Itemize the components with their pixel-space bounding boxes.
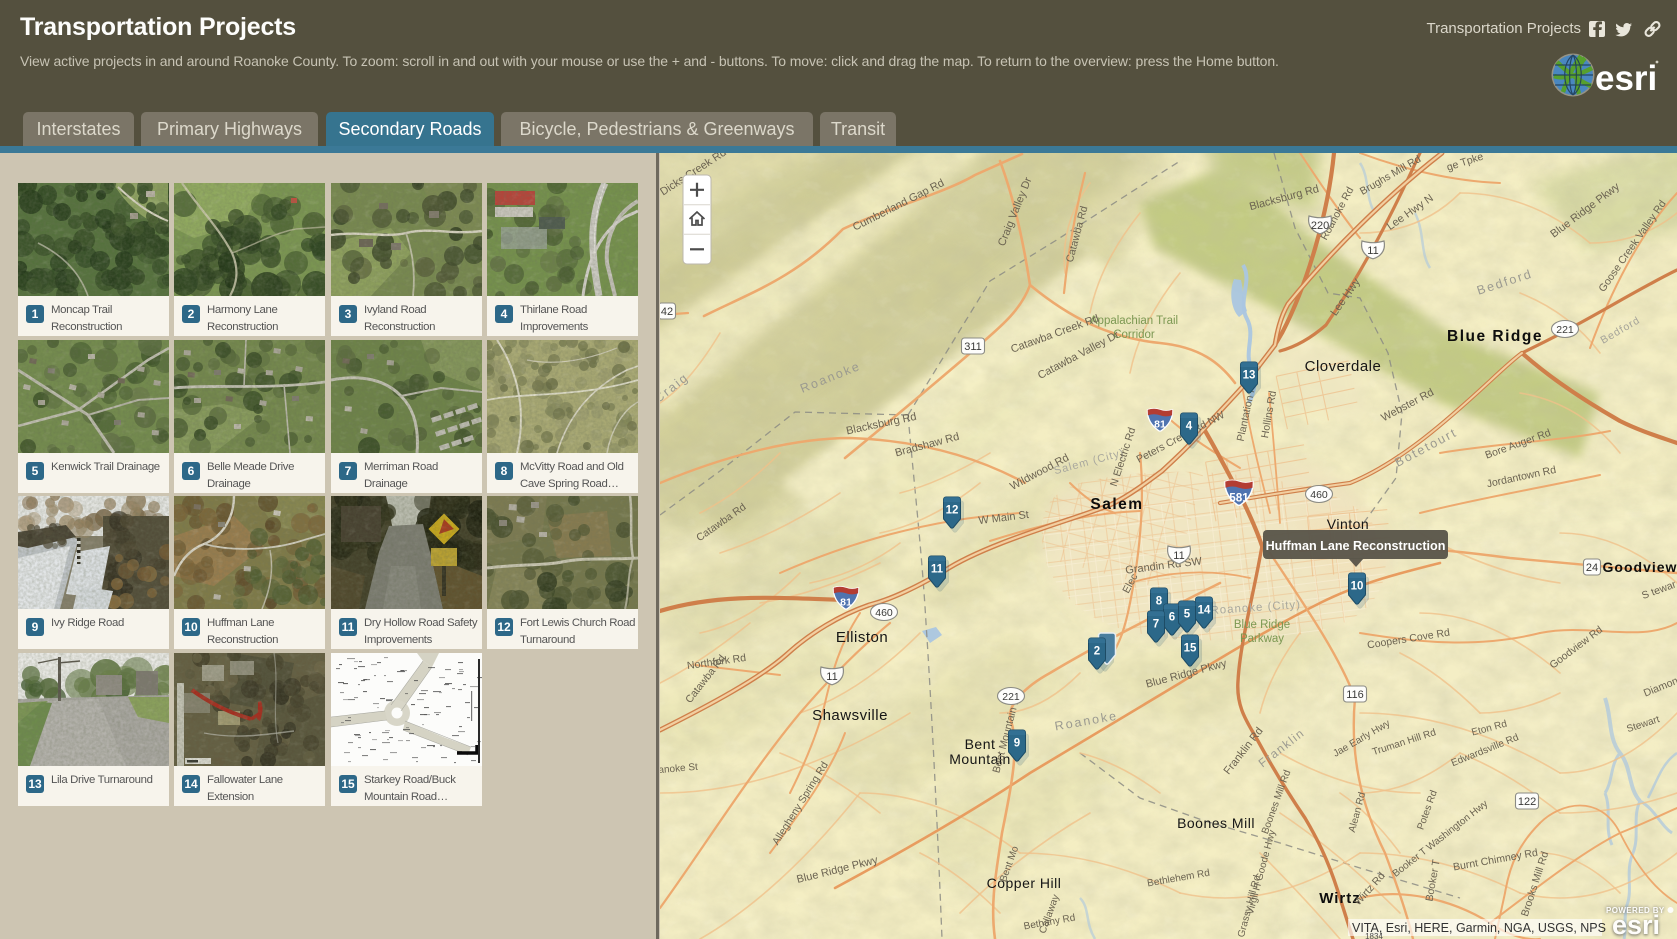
svg-text:81: 81 (840, 597, 852, 609)
svg-text:13: 13 (1243, 369, 1256, 381)
svg-text:Parkway: Parkway (1240, 633, 1284, 645)
svg-text:14: 14 (1198, 604, 1211, 616)
svg-text:5: 5 (1184, 608, 1191, 620)
svg-text:11: 11 (931, 563, 944, 575)
svg-text:Appalachian Trail: Appalachian Trail (1090, 315, 1178, 327)
svg-text:Shawsville: Shawsville (812, 707, 888, 724)
svg-text:1834: 1834 (1365, 932, 1383, 939)
svg-text:11: 11 (826, 671, 837, 683)
svg-text:Bent: Bent (965, 736, 996, 752)
svg-text:15: 15 (1184, 642, 1197, 654)
svg-text:VITA, Esri, HERE, Garmin, NGA,: VITA, Esri, HERE, Garmin, NGA, USGS, NPS (1352, 921, 1606, 935)
svg-text:81: 81 (1154, 419, 1166, 431)
svg-text:11: 11 (1367, 245, 1378, 257)
svg-text:Copper Hill: Copper Hill (987, 875, 1062, 891)
svg-text:311: 311 (964, 341, 982, 353)
svg-text:Salem: Salem (1090, 496, 1143, 513)
svg-text:esri: esri (1612, 910, 1660, 939)
svg-text:221: 221 (1556, 324, 1574, 336)
svg-text:581: 581 (1229, 491, 1249, 504)
svg-text:460: 460 (875, 607, 893, 619)
svg-text:Huffman Lane Reconstruction: Huffman Lane Reconstruction (1266, 539, 1446, 553)
svg-text:220: 220 (1311, 220, 1329, 232)
svg-text:7: 7 (1153, 618, 1159, 630)
svg-text:12: 12 (946, 504, 959, 516)
svg-text:Goodview: Goodview (1603, 559, 1677, 575)
svg-text:Vinton: Vinton (1327, 516, 1369, 532)
svg-text:460: 460 (1310, 489, 1328, 501)
svg-text:42: 42 (661, 306, 673, 318)
svg-text:116: 116 (1346, 689, 1364, 701)
svg-text:4: 4 (1186, 420, 1193, 432)
svg-text:9: 9 (1014, 737, 1020, 749)
svg-text:2: 2 (1094, 645, 1100, 657)
svg-text:11: 11 (1173, 550, 1184, 562)
svg-text:10: 10 (1351, 580, 1364, 592)
svg-text:6: 6 (1169, 611, 1175, 623)
svg-text:122: 122 (1518, 796, 1536, 808)
svg-text:24: 24 (1586, 562, 1598, 574)
svg-text:Cloverdale: Cloverdale (1305, 358, 1382, 375)
svg-text:221: 221 (1002, 691, 1020, 703)
svg-text:esri: esri (1595, 59, 1657, 98)
svg-text:Boones Mill: Boones Mill (1177, 815, 1255, 831)
svg-text:8: 8 (1156, 595, 1163, 607)
svg-text:Elliston: Elliston (836, 629, 888, 646)
svg-text:Blue Ridge: Blue Ridge (1234, 619, 1290, 631)
svg-text:Blue Ridge: Blue Ridge (1447, 328, 1543, 345)
